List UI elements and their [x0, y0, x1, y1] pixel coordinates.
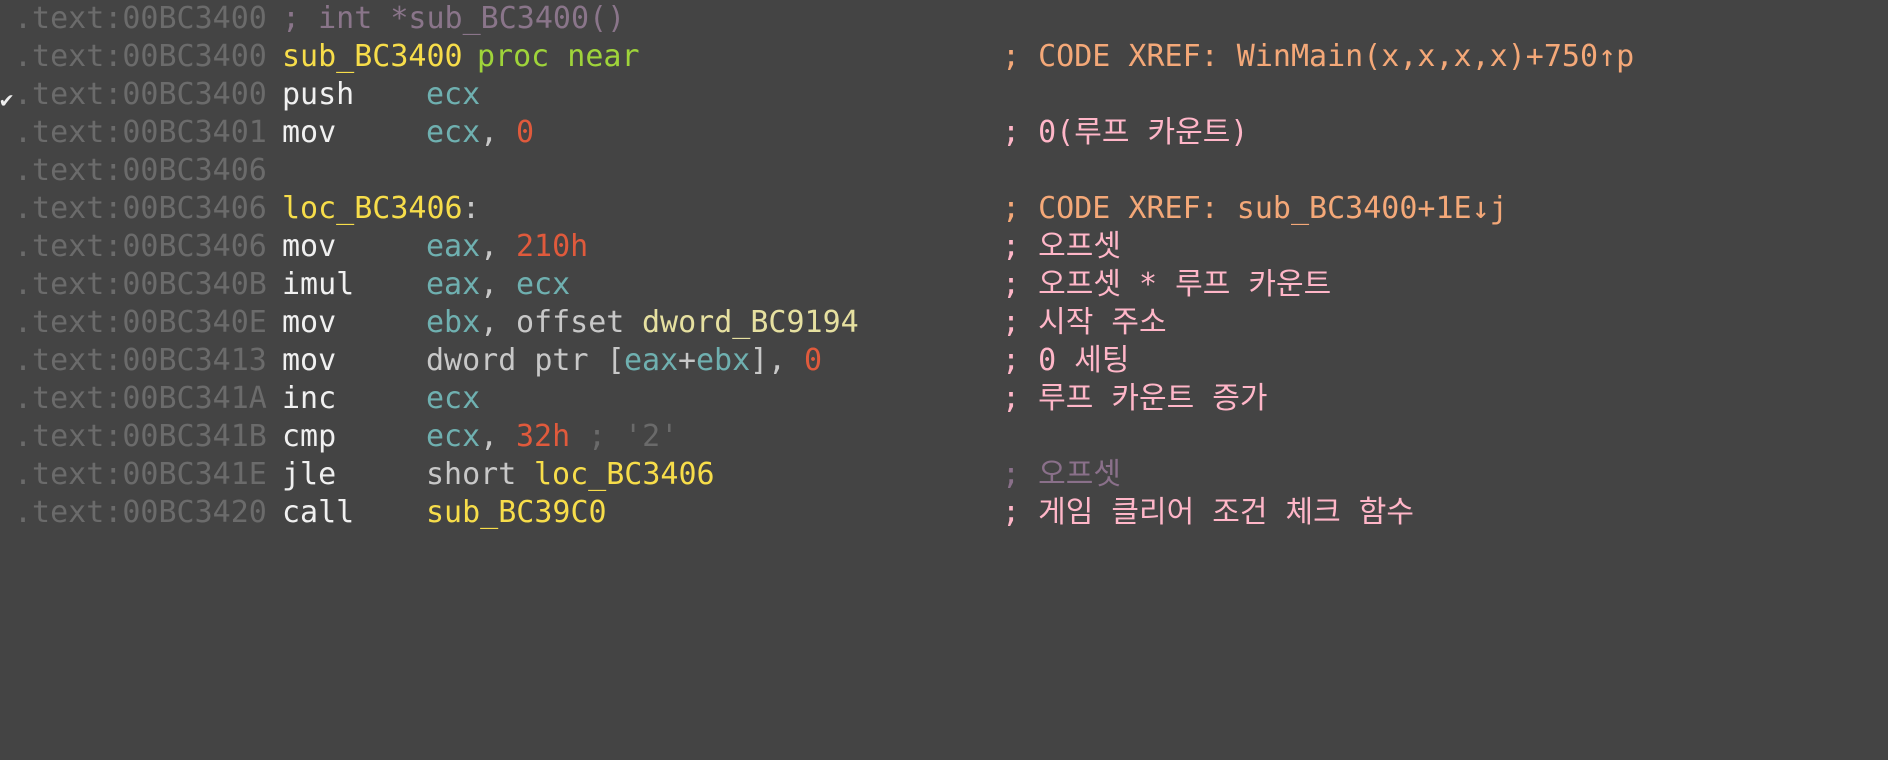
mnemonic[interactable]: mov: [282, 342, 336, 380]
address[interactable]: .text:00BC3400: [14, 38, 267, 76]
mnemonic[interactable]: cmp: [282, 418, 336, 456]
mnemonic[interactable]: imul: [282, 266, 354, 304]
register-operand[interactable]: ecx: [426, 76, 480, 114]
address[interactable]: .text:00BC3400: [14, 76, 267, 114]
line-comment[interactable]: ; 0 세팅: [1002, 342, 1129, 380]
line-comment[interactable]: ; 오프셋 * 루프 카운트: [1002, 266, 1331, 304]
offset-keyword: offset: [516, 305, 625, 340]
immediate-operand[interactable]: 0: [516, 114, 534, 152]
code-line[interactable]: .text:00BC3406: [0, 152, 1888, 190]
address[interactable]: .text:00BC341A: [14, 380, 267, 418]
address[interactable]: .text:00BC3401: [14, 114, 267, 152]
xref-comment[interactable]: ; CODE XREF: WinMain(x,x,x,x)+750↑p: [1002, 38, 1634, 76]
short-keyword: short: [426, 457, 517, 492]
function-label[interactable]: sub_BC3400: [282, 38, 463, 76]
address[interactable]: .text:00BC341E: [14, 456, 267, 494]
register-operand[interactable]: eax: [426, 228, 480, 266]
register-operand[interactable]: ecx: [426, 380, 480, 418]
code-line[interactable]: .text:00BC3400 ; int *sub_BC3400(): [0, 0, 1888, 38]
line-comment[interactable]: ; 루프 카운트 증가: [1002, 380, 1267, 418]
code-line[interactable]: ✔ .text:00BC3400 push ecx: [0, 76, 1888, 114]
code-line[interactable]: .text:00BC3413 mov dword ptr [ eax + ebx…: [0, 342, 1888, 380]
code-line[interactable]: .text:00BC3406 loc_BC3406 : ; CODE XREF:…: [0, 190, 1888, 228]
immediate-operand[interactable]: 32h: [516, 418, 570, 456]
address[interactable]: .text:00BC3406: [14, 190, 267, 228]
code-line[interactable]: .text:00BC341E jle short loc_BC3406 ; 오프…: [0, 456, 1888, 494]
immediate-operand[interactable]: 210h: [516, 228, 588, 266]
xref-comment[interactable]: ; CODE XREF: sub_BC3400+1E↓j: [1002, 190, 1508, 228]
mnemonic[interactable]: mov: [282, 304, 336, 342]
code-line[interactable]: .text:00BC3420 call sub_BC39C0 ; 게임 클리어 …: [0, 494, 1888, 532]
register-operand[interactable]: eax: [426, 266, 480, 304]
operand-separator: ,: [480, 229, 499, 264]
mnemonic[interactable]: jle: [282, 456, 336, 494]
memory-operand-prefix: dword ptr [: [426, 343, 625, 378]
code-line[interactable]: .text:00BC3400 sub_BC3400 proc near ; CO…: [0, 38, 1888, 76]
location-label[interactable]: loc_BC3406: [282, 190, 463, 228]
register-operand[interactable]: ecx: [516, 266, 570, 304]
register-operand[interactable]: ecx: [426, 418, 480, 456]
code-line[interactable]: .text:00BC3406 mov eax , 210h ; 오프셋: [0, 228, 1888, 266]
mnemonic[interactable]: inc: [282, 380, 336, 418]
jump-target-label[interactable]: loc_BC3406: [534, 456, 715, 494]
register-operand[interactable]: ebx: [696, 342, 750, 380]
address[interactable]: .text:00BC3406: [14, 152, 267, 190]
proc-keyword: proc near: [477, 39, 640, 74]
line-comment[interactable]: ; 게임 클리어 조건 체크 함수: [1002, 494, 1414, 532]
operand-separator: ,: [480, 115, 499, 150]
register-operand[interactable]: eax: [624, 342, 678, 380]
address[interactable]: .text:00BC3400: [14, 0, 267, 38]
code-line[interactable]: .text:00BC340B imul eax , ecx ; 오프셋 * 루프…: [0, 266, 1888, 304]
call-target-label[interactable]: sub_BC39C0: [426, 494, 607, 532]
plus-sign: +: [678, 343, 697, 378]
address[interactable]: .text:00BC340E: [14, 304, 267, 342]
operand-separator: ,: [480, 305, 499, 340]
code-line[interactable]: .text:00BC340E mov ebx , offset dword_BC…: [0, 304, 1888, 342]
data-symbol[interactable]: dword_BC9194: [642, 304, 859, 342]
line-comment[interactable]: ; 오프셋: [1002, 228, 1121, 266]
mnemonic[interactable]: call: [282, 494, 354, 532]
mnemonic[interactable]: push: [282, 76, 354, 114]
mnemonic[interactable]: mov: [282, 114, 336, 152]
register-operand[interactable]: ecx: [426, 114, 480, 152]
address[interactable]: .text:00BC3420: [14, 494, 267, 532]
code-line[interactable]: .text:00BC341A inc ecx ; 루프 카운트 증가: [0, 380, 1888, 418]
memory-operand-suffix: ],: [750, 343, 787, 378]
code-line[interactable]: .text:00BC3401 mov ecx , 0 ; 0(루프 카운트): [0, 114, 1888, 152]
repeatable-comment[interactable]: ; 오프셋: [1002, 456, 1121, 494]
disassembly-listing[interactable]: .text:00BC3400 ; int *sub_BC3400() .text…: [0, 0, 1888, 533]
label-colon: :: [462, 191, 481, 226]
code-line[interactable]: .text:00BC341B cmp ecx , 32h ; '2': [0, 418, 1888, 456]
address[interactable]: .text:00BC3406: [14, 228, 267, 266]
address[interactable]: .text:00BC340B: [14, 266, 267, 304]
mnemonic[interactable]: mov: [282, 228, 336, 266]
address[interactable]: .text:00BC3413: [14, 342, 267, 380]
address[interactable]: .text:00BC341B: [14, 418, 267, 456]
auto-comment: ; '2': [588, 419, 679, 454]
line-comment[interactable]: ; 0(루프 카운트): [1002, 114, 1248, 152]
function-prototype-comment: ; int *sub_BC3400(): [282, 1, 626, 36]
operand-separator: ,: [480, 267, 499, 302]
line-comment[interactable]: ; 시작 주소: [1002, 304, 1167, 342]
register-operand[interactable]: ebx: [426, 304, 480, 342]
immediate-operand[interactable]: 0: [804, 342, 822, 380]
operand-separator: ,: [480, 419, 499, 454]
